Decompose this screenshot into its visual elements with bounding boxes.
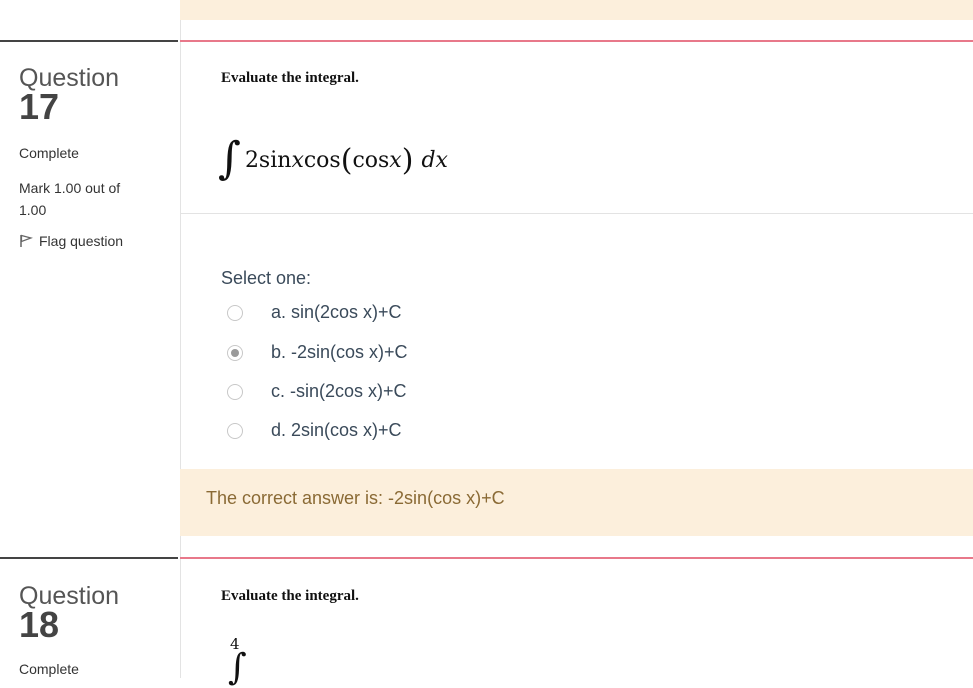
correct-answer-text: The correct answer is: -2sin(cos x)+C — [206, 488, 505, 508]
answer-option-label: c. -sin(2cos x)+C — [271, 381, 407, 401]
previous-feedback-box — [180, 0, 973, 20]
integral-inner-fn: cos — [352, 147, 390, 173]
integral-open-paren: ( — [340, 142, 353, 178]
question-divider — [180, 213, 973, 214]
answer-option-label: d. 2sin(cos x)+C — [271, 420, 402, 440]
question-number: 18 — [19, 604, 60, 645]
content-gutter — [180, 20, 181, 678]
integral-symbol: ∫ — [218, 133, 241, 184]
question-18-info-rule — [0, 557, 178, 559]
answer-option-a[interactable]: a. sin(2cos x)+C — [227, 302, 402, 323]
answer-option-c[interactable]: c. -sin(2cos x)+C — [227, 381, 407, 402]
question-17-content-rule — [180, 40, 973, 42]
question-17-prompt: Evaluate the integral. — [221, 70, 359, 86]
flag-question-link[interactable]: Flag question — [19, 233, 169, 249]
integral-var: x — [291, 147, 304, 173]
integral-inner-var: x — [389, 147, 402, 173]
question-17-info: Question 17 Complete Mark 1.00 out of 1.… — [19, 66, 169, 250]
question-number: 17 — [19, 86, 60, 127]
question-state: Complete — [19, 145, 79, 161]
correct-answer-feedback: The correct answer is: -2sin(cos x)+C — [180, 469, 973, 536]
question-17-info-rule — [0, 40, 178, 42]
integral-d: d — [421, 147, 436, 173]
answer-option-label: b. -2sin(cos x)+C — [271, 342, 408, 362]
question-18-info: Question 18 Complete — [19, 584, 169, 678]
question-state: Complete — [19, 661, 79, 677]
answer-option-label: a. sin(2cos x)+C — [271, 302, 402, 322]
radio-button-d[interactable] — [227, 422, 243, 439]
question-18-content-rule — [180, 557, 973, 559]
flag-icon — [20, 234, 33, 247]
answer-option-d[interactable]: d. 2sin(cos x)+C — [227, 420, 402, 441]
question-18-prompt: Evaluate the integral. — [221, 588, 359, 604]
flag-question-label: Flag question — [39, 233, 124, 249]
answer-option-b[interactable]: b. -2sin(cos x)+C — [227, 342, 408, 363]
question-18-integral: 4 ∫ — [226, 635, 247, 688]
select-one-label: Select one: — [221, 268, 312, 288]
integral-coef: 2sin — [244, 147, 292, 173]
radio-button-a[interactable] — [227, 304, 243, 321]
integral-close-paren: ) — [401, 142, 414, 178]
integral-dx-var: x — [435, 147, 448, 173]
question-grade: Mark 1.00 out of 1.00 — [19, 180, 121, 218]
question-17-integral: ∫ 2sin x cos ( cos x ) d x — [218, 133, 448, 184]
integral-symbol: ∫ — [228, 647, 247, 688]
radio-button-c[interactable] — [227, 383, 243, 400]
integral-fn: cos — [303, 147, 341, 173]
radio-button-b[interactable] — [227, 344, 243, 361]
